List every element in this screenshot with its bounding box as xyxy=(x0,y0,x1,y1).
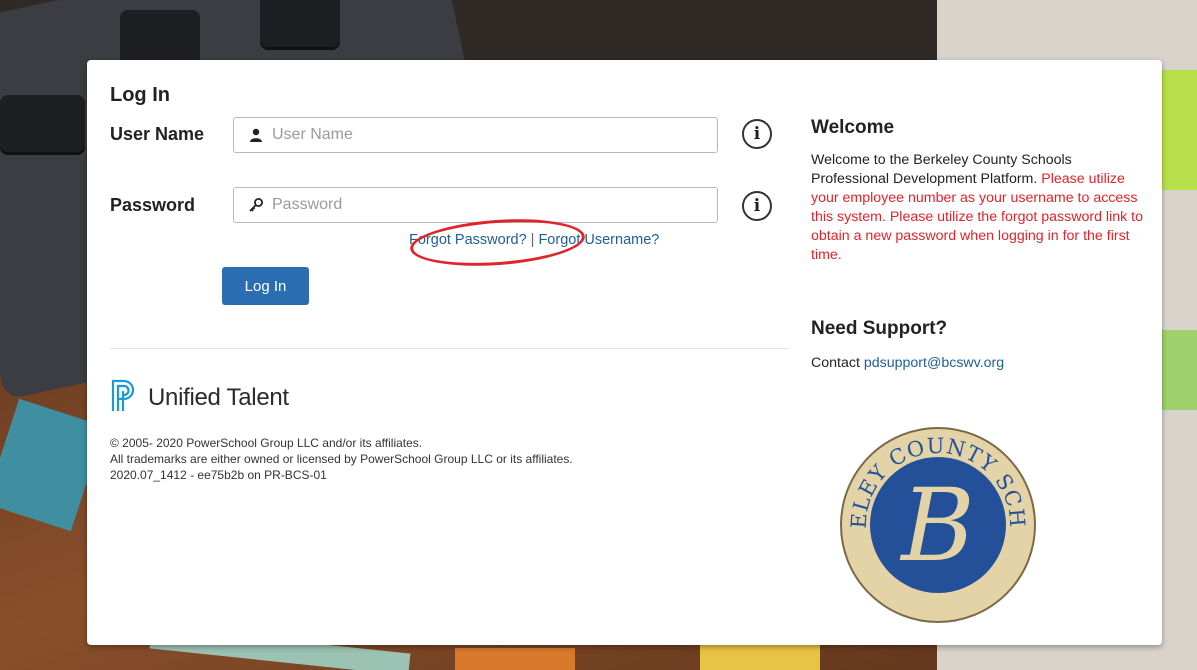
password-field-wrapper xyxy=(233,187,718,223)
username-info-icon[interactable]: i xyxy=(742,119,772,149)
user-icon xyxy=(248,127,264,143)
username-label: User Name xyxy=(110,124,205,144)
info-panel: Welcome Welcome to the Berkeley County S… xyxy=(811,60,1151,645)
support-email-link[interactable]: pdsupport@bcswv.org xyxy=(864,355,1004,371)
password-label: Password xyxy=(110,195,196,215)
welcome-message: Welcome to the Berkeley County Schools P… xyxy=(811,151,1146,265)
support-prefix: Contact xyxy=(811,355,864,371)
seal-letter: B xyxy=(899,467,975,584)
powerschool-p-icon xyxy=(110,378,140,417)
login-heading: Log In xyxy=(110,84,170,106)
username-field-wrapper xyxy=(233,117,718,153)
login-button[interactable]: Log In xyxy=(222,267,309,305)
welcome-heading: Welcome xyxy=(811,117,895,138)
trademark-text: All trademarks are either owned or licen… xyxy=(110,452,573,466)
section-divider xyxy=(110,348,788,349)
legal-notice: © 2005- 2020 PowerSchool Group LLC and/o… xyxy=(110,435,630,483)
copyright-text: © 2005- 2020 PowerSchool Group LLC and/o… xyxy=(110,436,423,450)
support-contact: Contact pdsupport@bcswv.org xyxy=(811,355,1004,371)
welcome-text: Welcome to the Berkeley County Schools P… xyxy=(811,152,1072,187)
district-seal: BERKELEY COUNTY SCHOOLS FOUNDED 1862 B xyxy=(838,425,1036,623)
username-input[interactable] xyxy=(270,119,717,151)
brand-name: Unified Talent xyxy=(148,383,289,411)
login-card: Log In User Name i Password i Forgot Pas… xyxy=(87,60,1162,645)
brand-logo: Unified Talent xyxy=(110,378,289,417)
password-input[interactable] xyxy=(270,189,717,221)
support-heading: Need Support? xyxy=(811,318,948,339)
key-icon xyxy=(248,197,264,213)
password-info-icon[interactable]: i xyxy=(742,191,772,221)
version-text: 2020.07_1412 - ee75b2b on PR-BCS-01 xyxy=(110,468,327,482)
login-panel: Log In User Name i Password i Forgot Pas… xyxy=(87,60,799,645)
